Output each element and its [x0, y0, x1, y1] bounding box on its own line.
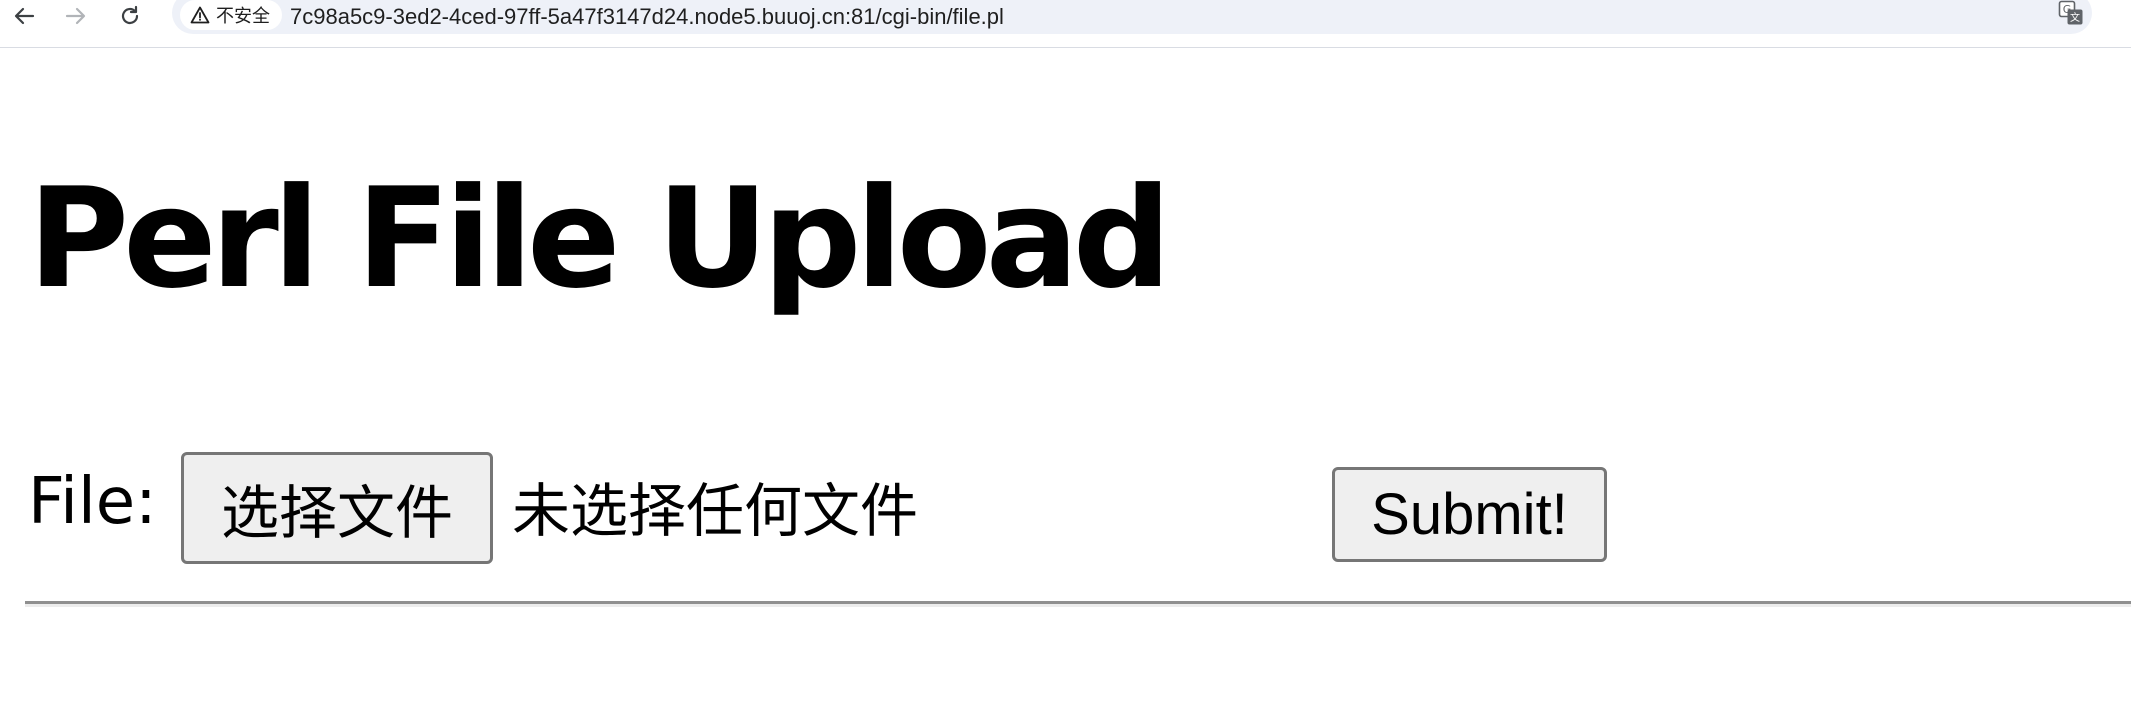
- submit-button[interactable]: Submit!: [1332, 467, 1607, 562]
- divider: [25, 601, 2131, 607]
- choose-file-button[interactable]: 选择文件: [181, 452, 493, 564]
- no-file-selected-text: 未选择任何文件: [512, 477, 919, 545]
- file-label: File:: [28, 465, 157, 539]
